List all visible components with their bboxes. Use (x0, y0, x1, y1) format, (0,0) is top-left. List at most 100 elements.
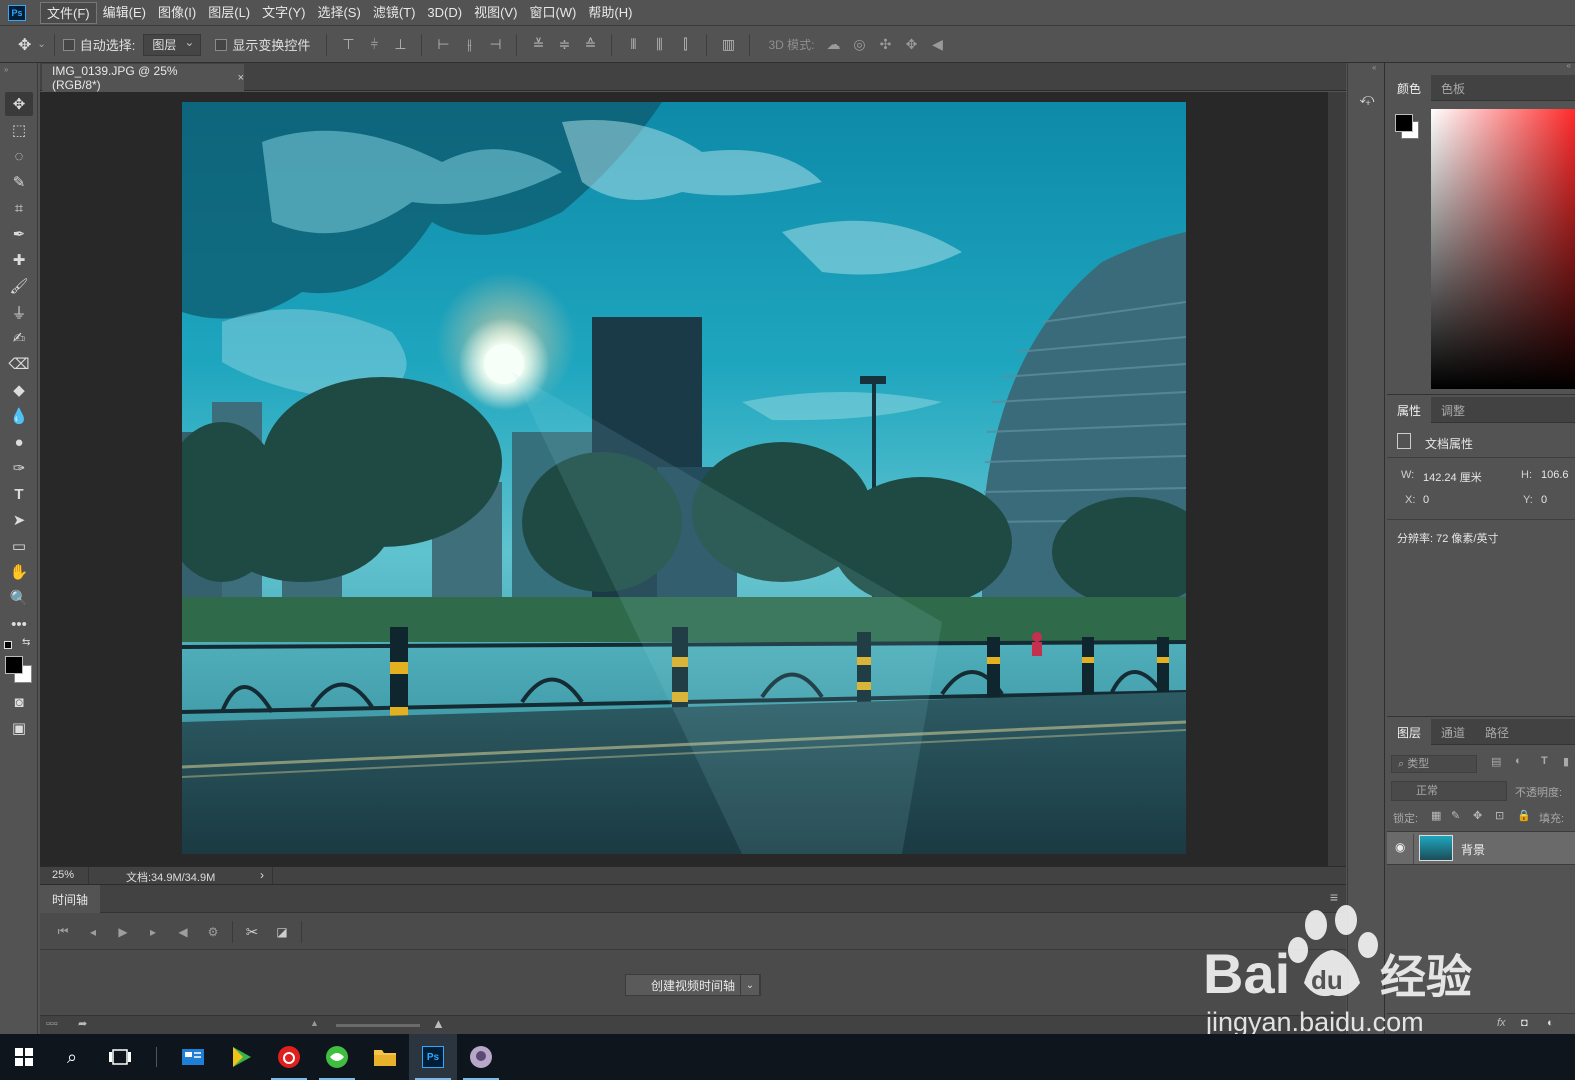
tab-paths[interactable]: 路径 (1475, 719, 1519, 745)
move-tool-icon[interactable]: ✥ (5, 92, 33, 116)
image-viewer-app-icon[interactable] (457, 1034, 505, 1080)
prev-frame-icon[interactable]: ◂ (78, 925, 108, 939)
document-tab[interactable]: IMG_0139.JPG @ 25%(RGB/8*) × (42, 64, 244, 92)
canvas-area[interactable] (40, 92, 1328, 866)
foreground-color-swatch[interactable] (1395, 114, 1413, 132)
3d-pan-icon[interactable]: ✣ (872, 36, 898, 53)
lock-position-icon[interactable]: ✥ (1473, 809, 1482, 822)
convert-icon[interactable]: ➦ (78, 1017, 87, 1030)
rectangle-tool-icon[interactable]: ▭ (5, 534, 33, 558)
vertical-scrollbar[interactable] (1328, 92, 1346, 866)
auto-select-dropdown[interactable]: 图层 (143, 32, 202, 56)
auto-align-icon[interactable]: ▥ (715, 34, 741, 56)
collapse-dock-icon[interactable]: « (1372, 63, 1376, 72)
type-tool-icon[interactable]: T (5, 482, 33, 506)
layer-row-background[interactable]: ◉ 背景 (1387, 831, 1575, 865)
chevron-down-icon[interactable]: ⌄ (37, 39, 45, 50)
zoom-level[interactable]: 25% (52, 869, 74, 881)
menu-type[interactable]: 文字(Y) (256, 2, 311, 24)
zoom-slider[interactable] (336, 1024, 420, 1027)
photoshop-app-icon[interactable]: Ps (409, 1034, 457, 1080)
align-top-icon[interactable]: ⊤ (335, 34, 361, 56)
menu-file[interactable]: 文件(F) (40, 1, 97, 24)
fx-icon[interactable]: fx (1497, 1017, 1506, 1029)
more-tools-icon[interactable]: ••• (5, 612, 33, 636)
tab-timeline[interactable]: 时间轴 (40, 885, 100, 913)
align-bottom-icon[interactable]: ⊥ (387, 34, 413, 56)
browser-app-icon[interactable] (313, 1034, 361, 1080)
height-value[interactable]: 106.6 (1541, 469, 1569, 481)
type-filter-icon[interactable]: T (1541, 755, 1548, 767)
task-view-icon[interactable] (96, 1034, 144, 1080)
3d-roll-icon[interactable]: ◎ (846, 36, 872, 53)
menu-3d[interactable]: 3D(D) (421, 2, 468, 24)
play-icon[interactable]: ▶ (108, 925, 138, 939)
zoom-in-icon[interactable]: ▲ (432, 1016, 445, 1031)
auto-select-checkbox[interactable] (62, 38, 75, 51)
next-frame-icon[interactable]: ▸ (138, 925, 168, 939)
lock-pixels-icon[interactable]: ✎ (1451, 809, 1460, 822)
width-value[interactable]: 142.24 厘米 (1423, 469, 1482, 485)
crop-tool-icon[interactable]: ⌗ (5, 196, 33, 220)
panel-menu-icon[interactable]: ≡ (1330, 889, 1338, 905)
lock-all-icon[interactable]: 🔒 (1517, 809, 1531, 822)
first-frame-icon[interactable]: ⏮ (48, 924, 78, 939)
paint-bucket-tool-icon[interactable]: ◆ (5, 378, 33, 402)
show-transform-checkbox[interactable] (215, 38, 228, 51)
distribute-vcenter-icon[interactable]: ≑ (551, 34, 577, 56)
history-panel-icon[interactable]: ⤽ (1354, 85, 1380, 111)
netease-music-app-icon[interactable] (265, 1034, 313, 1080)
blur-tool-icon[interactable]: 💧 (5, 404, 33, 428)
layer-name[interactable]: 背景 (1461, 841, 1485, 858)
status-menu-arrow[interactable]: › (260, 868, 264, 882)
collapse-panels-icon[interactable]: « (1567, 61, 1571, 70)
menu-filter[interactable]: 滤镜(T) (367, 2, 422, 24)
control-panel-app-icon[interactable] (169, 1034, 217, 1080)
hand-tool-icon[interactable]: ✋ (5, 560, 33, 584)
lasso-tool-icon[interactable]: ◌ (5, 144, 33, 168)
tab-channels[interactable]: 通道 (1431, 719, 1475, 745)
brush-tool-icon[interactable]: 🖌 (5, 274, 33, 298)
3d-rotate-icon[interactable]: ☁ (820, 36, 846, 53)
foreground-color-swatch[interactable] (5, 656, 23, 674)
adjustment-filter-icon[interactable]: ◐ (1515, 755, 1522, 767)
distribute-left-icon[interactable]: ⦀ (620, 34, 646, 56)
photo-canvas[interactable] (182, 102, 1186, 854)
zoom-tool-icon[interactable]: 🔍 (5, 586, 33, 610)
dodge-tool-icon[interactable]: ● (5, 430, 33, 454)
transition-icon[interactable]: ◪ (267, 925, 297, 939)
healing-brush-tool-icon[interactable]: ✚ (5, 248, 33, 272)
close-icon[interactable]: × (238, 72, 244, 84)
audio-icon[interactable]: ◀ (168, 925, 198, 939)
frame-mode-icon[interactable]: ▫▫▫ (46, 1018, 58, 1030)
marquee-tool-icon[interactable]: ⬚ (5, 118, 33, 142)
swap-colors-icon[interactable]: ⇆ (22, 637, 30, 648)
color-picker-field[interactable] (1431, 109, 1575, 389)
tab-swatches[interactable]: 色板 (1431, 75, 1475, 101)
zoom-out-icon[interactable]: ▲ (310, 1018, 319, 1028)
settings-gear-icon[interactable]: ⚙ (198, 925, 228, 939)
distribute-top-icon[interactable]: ≚ (525, 34, 551, 56)
chevron-down-icon[interactable]: ⌄ (740, 974, 760, 996)
3d-scale-icon[interactable]: ◀ (924, 36, 950, 53)
file-explorer-app-icon[interactable] (361, 1034, 409, 1080)
eyedropper-tool-icon[interactable]: ✒ (5, 222, 33, 246)
menu-image[interactable]: 图像(I) (152, 2, 202, 24)
distribute-bottom-icon[interactable]: ≙ (577, 34, 603, 56)
menu-layer[interactable]: 图层(L) (202, 2, 256, 24)
menu-edit[interactable]: 编辑(E) (97, 2, 152, 24)
align-right-icon[interactable]: ⊣ (482, 34, 508, 56)
split-scissors-icon[interactable]: ✂ (237, 923, 267, 941)
pen-tool-icon[interactable]: ✑ (5, 456, 33, 480)
x-value[interactable]: 0 (1423, 494, 1429, 506)
collapse-toolbar-icon[interactable]: » (4, 65, 8, 74)
visibility-eye-icon[interactable]: ◉ (1395, 840, 1405, 854)
align-hcenter-icon[interactable]: ⫲ (456, 34, 482, 56)
tab-color[interactable]: 颜色 (1387, 75, 1432, 101)
menu-select[interactable]: 选择(S) (311, 2, 366, 24)
video-player-app-icon[interactable] (217, 1034, 265, 1080)
tab-layers[interactable]: 图层 (1387, 719, 1432, 745)
pixel-filter-icon[interactable]: ▤ (1491, 755, 1501, 768)
add-mask-icon[interactable]: ◘ (1521, 1017, 1528, 1029)
distribute-hcenter-icon[interactable]: ⫼ (646, 34, 672, 56)
